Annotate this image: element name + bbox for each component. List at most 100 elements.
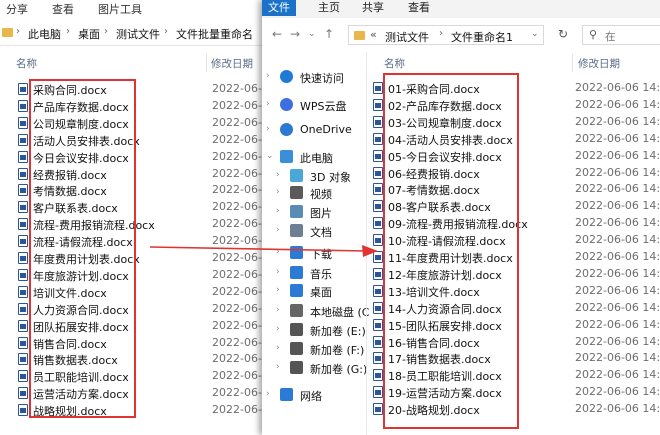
chevron-right-icon[interactable]: › bbox=[276, 225, 280, 235]
explorer-window-original: 分享 查看 图片工具 › 此电脑 › 桌面 › 测试文件 › 文件批量重命名 名… bbox=[0, 0, 262, 435]
nav-item[interactable]: › WPS云盘 bbox=[266, 95, 362, 115]
nav-item[interactable]: › 文档 bbox=[276, 221, 362, 241]
breadcrumb-item[interactable]: 文件批量重命名 bbox=[176, 26, 253, 42]
word-document-icon bbox=[18, 184, 28, 197]
documents-icon bbox=[290, 224, 303, 237]
file-modified-date: 2022-06-0 bbox=[212, 284, 262, 298]
video-icon bbox=[290, 186, 303, 199]
back-arrow-icon[interactable]: ← bbox=[272, 27, 282, 41]
address-bar[interactable]: « 测试文件 › 文件重命名1 ⌄ bbox=[348, 25, 544, 45]
chevron-down-icon[interactable]: ⌄ bbox=[266, 151, 274, 161]
chevron-right-icon[interactable]: › bbox=[266, 389, 270, 399]
chevron-right-icon[interactable]: › bbox=[276, 362, 280, 372]
column-divider[interactable] bbox=[206, 54, 207, 72]
nav-item-label: 新加卷 (F:) bbox=[310, 344, 365, 357]
file-modified-date: 2022-06-06 14:51 bbox=[575, 114, 660, 128]
file-modified-date: 2022-06-0 bbox=[212, 267, 262, 281]
modified-column-header[interactable]: 修改日期 bbox=[578, 56, 620, 71]
nav-item[interactable]: › 下载 bbox=[276, 243, 362, 263]
explorer-window-renamed: 文件 主页 共享 查看 ← → ⌄ ↑ « 测试文件 › 文件重命名1 ⌄ ↻ … bbox=[262, 0, 660, 435]
nav-item[interactable]: › 本地磁盘 (C bbox=[276, 301, 369, 321]
file-modified-date: 2022-06-06 14:51 bbox=[575, 402, 660, 416]
pictures-icon bbox=[290, 205, 303, 218]
nav-item[interactable]: › 新加卷 (E:) bbox=[276, 320, 366, 340]
breadcrumb-item[interactable]: 桌面 bbox=[78, 26, 100, 42]
chevron-right-icon[interactable]: › bbox=[276, 170, 280, 180]
chevron-right-icon[interactable]: › bbox=[276, 343, 280, 353]
chevron-right-icon[interactable]: › bbox=[276, 305, 280, 315]
chevron-right-icon[interactable]: › bbox=[276, 285, 280, 295]
forward-arrow-icon[interactable]: → bbox=[290, 27, 300, 41]
word-document-icon bbox=[373, 183, 383, 196]
up-arrow-icon[interactable]: ↑ bbox=[324, 27, 334, 41]
word-document-icon bbox=[373, 98, 383, 111]
desktop-icon bbox=[290, 284, 303, 297]
file-modified-date: 2022-06-0 bbox=[212, 251, 262, 264]
breadcrumb-item[interactable]: 测试文件 bbox=[116, 26, 160, 42]
file-modified-date: 2022-06-06 14:51 bbox=[575, 300, 660, 314]
nav-item[interactable]: ⌄ 此电脑 bbox=[266, 147, 362, 167]
chevron-right-icon[interactable]: › bbox=[276, 247, 280, 257]
chevron-right-icon[interactable]: › bbox=[276, 187, 280, 197]
nav-item[interactable]: › 音乐 bbox=[276, 263, 362, 283]
navigation-bar: ← → ⌄ ↑ « 测试文件 › 文件重命名1 ⌄ ↻ ⚲ 在 bbox=[262, 21, 660, 49]
ribbon-tabs: 分享 查看 图片工具 bbox=[0, 0, 262, 18]
chevron-right-icon[interactable]: › bbox=[266, 71, 270, 81]
nav-item-label: 快速访问 bbox=[300, 72, 344, 85]
nav-item[interactable]: › 桌面 bbox=[276, 281, 362, 301]
tab-view[interactable]: 查看 bbox=[52, 1, 74, 17]
address-bar[interactable]: › 此电脑 › 桌面 › 测试文件 › 文件批量重命名 bbox=[0, 21, 262, 46]
word-document-icon bbox=[18, 218, 28, 231]
recent-locations-chevron-icon[interactable]: ⌄ bbox=[308, 29, 316, 39]
drive-icon bbox=[290, 361, 303, 374]
nav-item-label: 新加卷 (E:) bbox=[310, 325, 366, 338]
chevron-right-icon: › bbox=[439, 28, 443, 39]
pane-divider[interactable] bbox=[366, 52, 367, 435]
name-column-header[interactable]: 名称 bbox=[16, 56, 37, 71]
tab-file[interactable]: 文件 bbox=[262, 0, 296, 16]
word-document-icon bbox=[373, 234, 383, 247]
word-document-icon bbox=[373, 352, 383, 365]
tab-share[interactable]: 分享 bbox=[6, 1, 28, 17]
refresh-icon[interactable]: ↻ bbox=[558, 27, 568, 41]
nav-item[interactable]: › 快速访问 bbox=[266, 67, 362, 87]
word-document-icon bbox=[18, 133, 28, 146]
file-modified-date: 2022-06-06 14:51 bbox=[575, 148, 660, 162]
breadcrumb-item[interactable]: 测试文件 bbox=[385, 29, 429, 45]
nav-item[interactable]: › 新加卷 (G:) bbox=[276, 358, 367, 378]
music-icon bbox=[290, 266, 303, 279]
chevron-right-icon[interactable]: › bbox=[276, 324, 280, 334]
3d-objects-icon bbox=[290, 169, 303, 182]
chevron-right-icon: › bbox=[66, 26, 70, 37]
tab-view[interactable]: 查看 bbox=[408, 0, 430, 16]
file-modified-date: 2022-06-0 bbox=[212, 301, 262, 315]
tab-share[interactable]: 共享 bbox=[362, 0, 384, 16]
file-modified-date: 2022-06-06 14:51 bbox=[575, 250, 660, 263]
word-document-icon bbox=[18, 201, 28, 214]
word-document-icon bbox=[18, 150, 28, 163]
search-box[interactable]: ⚲ 在 bbox=[582, 25, 660, 45]
word-document-icon bbox=[18, 319, 28, 332]
breadcrumb-item[interactable]: 此电脑 bbox=[28, 26, 61, 42]
folder-icon bbox=[354, 31, 365, 40]
column-header: 名称 修改日期 bbox=[372, 54, 660, 72]
chevron-right-icon[interactable]: › bbox=[276, 267, 280, 277]
file-modified-date: 2022-06-0 bbox=[212, 166, 262, 180]
nav-item[interactable]: › OneDrive bbox=[266, 120, 362, 140]
name-column-header[interactable]: 名称 bbox=[384, 56, 405, 71]
modified-column-header[interactable]: 修改日期 bbox=[211, 56, 253, 71]
nav-item[interactable]: › 网络 bbox=[266, 385, 362, 405]
nav-item[interactable]: › 新加卷 (F:) bbox=[276, 339, 365, 359]
tab-home[interactable]: 主页 bbox=[318, 0, 340, 16]
dropdown-chevron-icon[interactable]: ⌄ bbox=[531, 29, 539, 39]
tab-picture-tools[interactable]: 图片工具 bbox=[98, 1, 142, 17]
search-icon: ⚲ bbox=[589, 28, 598, 41]
chevron-right-icon[interactable]: › bbox=[266, 124, 270, 134]
column-divider[interactable] bbox=[572, 54, 573, 72]
chevron-right-icon[interactable]: › bbox=[276, 206, 280, 216]
chevron-right-icon[interactable]: › bbox=[266, 99, 270, 109]
nav-item[interactable]: › 图片 bbox=[276, 202, 362, 222]
nav-item[interactable]: › 视频 bbox=[276, 183, 362, 203]
breadcrumb-item[interactable]: 文件重命名1 bbox=[451, 29, 513, 45]
overflow-chevron-icon[interactable]: « bbox=[370, 28, 377, 41]
